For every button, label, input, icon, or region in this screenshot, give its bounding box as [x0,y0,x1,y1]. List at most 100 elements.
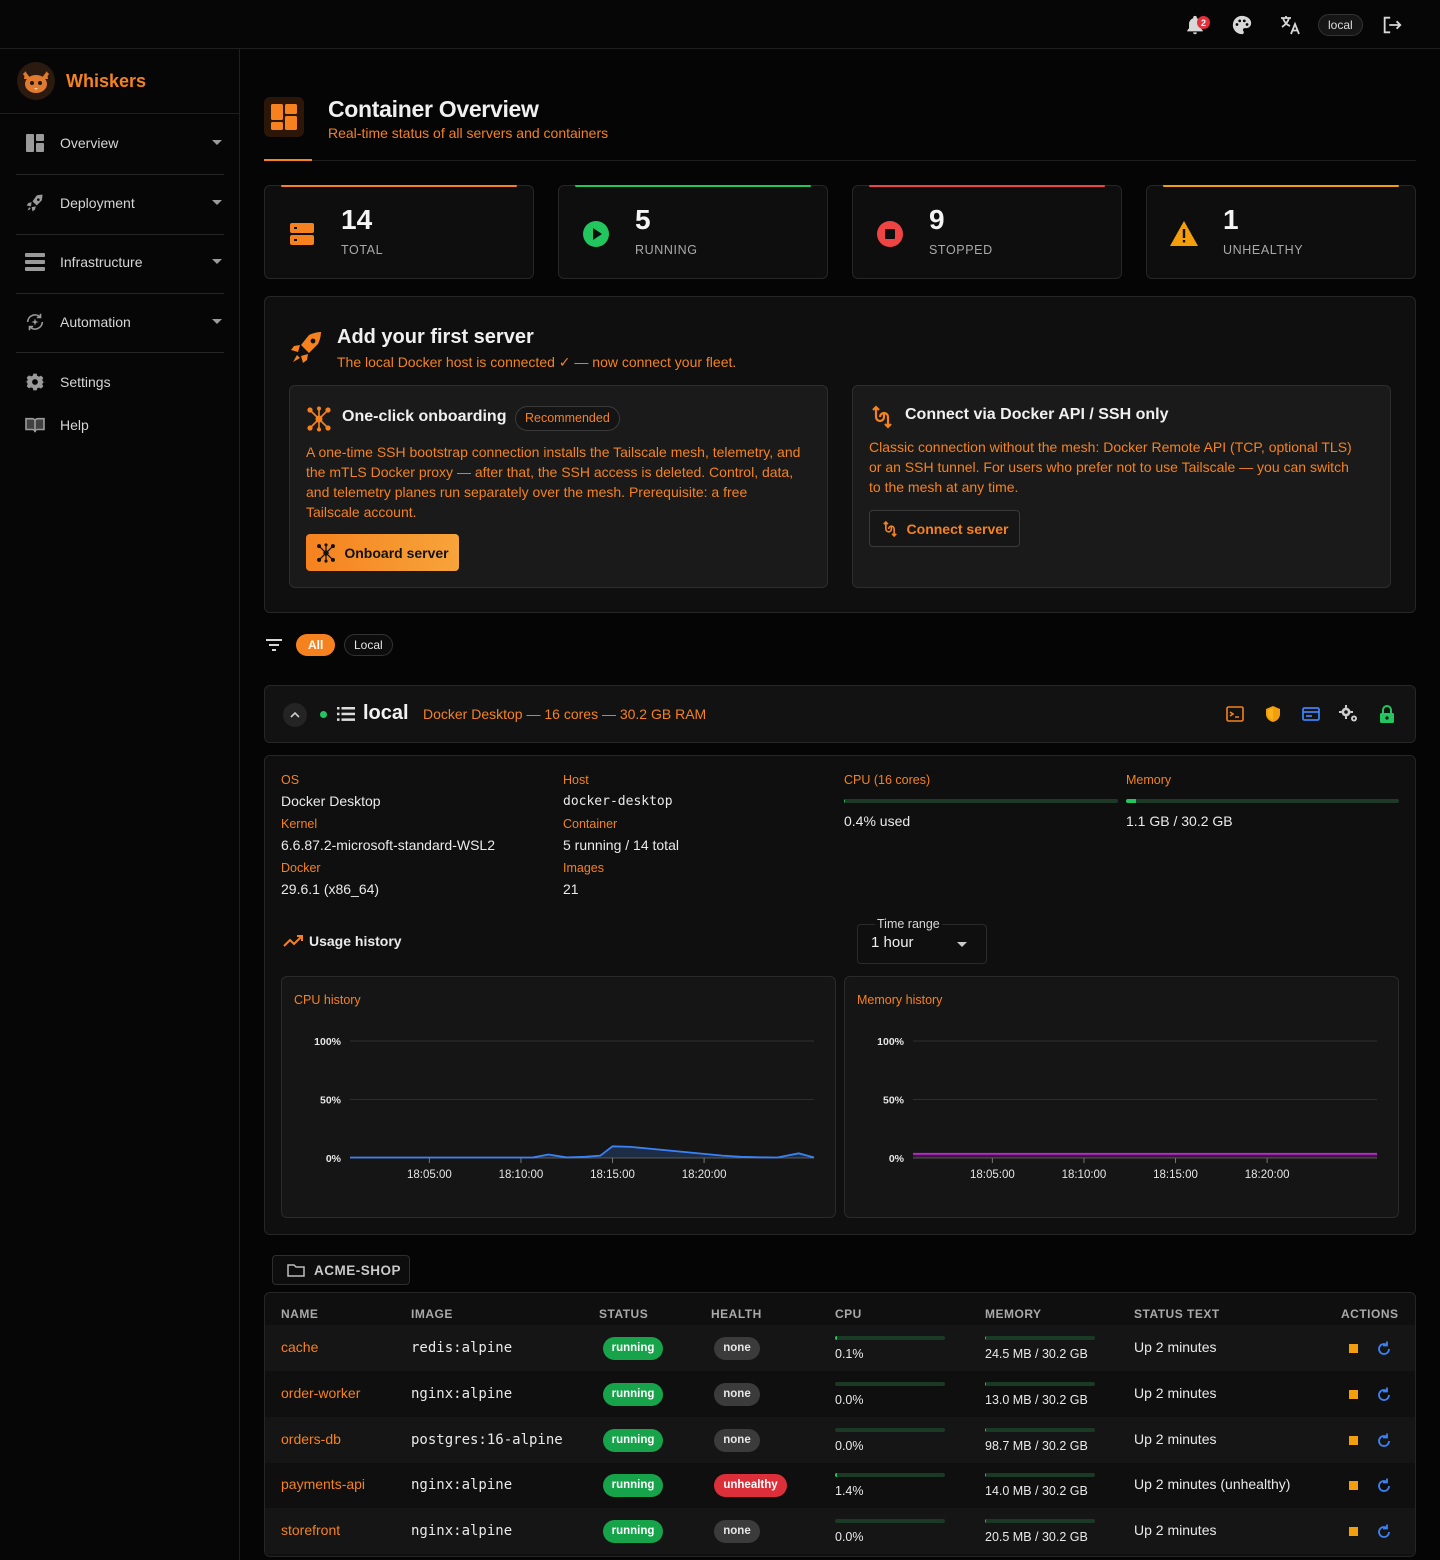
chevron-down-icon [212,200,222,205]
filter-chip-all[interactable]: All [296,634,336,656]
book-icon [24,414,46,436]
sidebar-item-help[interactable]: Help [16,403,224,447]
notifications-count-badge: 2 [1197,16,1210,29]
column-header-name[interactable]: NAME [281,1307,318,1321]
stop-icon[interactable] [1349,1390,1358,1399]
chevron-up-icon [290,712,300,718]
stop-icon[interactable] [1349,1527,1358,1536]
collapse-button[interactable] [283,703,307,727]
one-click-description: A one-time SSH bootstrap connection inst… [306,444,801,520]
x-tick-label: 18:05:00 [407,1169,452,1181]
stat-value: 9 [929,204,945,235]
sidebar: Whiskers Overview Deployment Infrastruct… [0,49,240,1560]
containers-table: NAME IMAGE STATUS HEALTH CPU MEMORY STAT… [264,1292,1416,1557]
memory-usage-bar [985,1519,1095,1523]
gears-icon[interactable] [1339,704,1359,724]
restart-icon[interactable] [1375,1523,1393,1541]
stat-card-unhealthy: 1 UNHEALTHY [1146,185,1416,279]
restart-icon[interactable] [1375,1340,1393,1358]
recommended-badge: Recommended [515,406,620,431]
sidebar-item-automation[interactable]: Automation [16,300,224,344]
cpu-label: CPU (16 cores) [844,773,931,787]
column-header-health[interactable]: HEALTH [711,1307,762,1321]
time-range-value: 1 hour [871,934,914,951]
logout-icon[interactable] [1379,12,1405,38]
direct-connect-description: Classic connection without the mesh: Doc… [869,439,1352,495]
cpu-usage-fill [835,1473,837,1477]
y-tick-label: 100% [314,1036,342,1048]
container-name-link[interactable]: storefront [281,1522,340,1538]
palette-icon[interactable] [1229,12,1255,38]
container-name-link[interactable]: cache [281,1339,318,1355]
cpu-usage-bar [835,1473,945,1477]
connect-server-button[interactable]: Connect server [869,510,1020,547]
os-label: OS [281,773,300,787]
stat-accent-bar [281,185,517,187]
group-tag[interactable]: ACME-SHOP [272,1255,410,1285]
memory-usage-fill [985,1336,986,1340]
server-name: local [363,702,409,724]
sidebar-item-label: Automation [60,314,131,330]
chevron-down-icon [212,140,222,145]
column-header-status[interactable]: STATUS [599,1307,648,1321]
stop-icon[interactable] [1349,1344,1358,1353]
notifications-bell-icon[interactable]: 2 [1182,12,1210,38]
filter-chip-local[interactable]: Local [344,634,393,656]
onboard-server-button[interactable]: Onboard server [306,534,459,571]
cpu-usage-value: 0.1% [835,1347,864,1361]
trending-up-icon [283,935,303,947]
status-badge: running [603,1474,663,1497]
container-image: nginx:alpine [411,1477,513,1493]
time-range-label: Time range [875,917,942,931]
memory-history-plot: 100% 50% 0% 18:05:00 18:10:00 18:15:00 18:20:0… [877,1036,1377,1181]
column-header-memory[interactable]: MEMORY [985,1307,1042,1321]
sidebar-item-overview[interactable]: Overview [16,121,224,165]
restart-icon[interactable] [1375,1432,1393,1450]
filter-icon[interactable] [266,639,282,651]
container-label: Container [563,817,618,831]
container-name-link[interactable]: payments-api [281,1476,365,1492]
column-header-actions: ACTIONS [1341,1307,1399,1321]
restart-icon[interactable] [1375,1477,1393,1495]
brand[interactable]: Whiskers [16,59,146,103]
container-name-link[interactable]: orders-db [281,1431,341,1447]
memory-label: Memory [1126,773,1172,787]
sidebar-item-deployment[interactable]: Deployment [16,181,224,225]
memory-usage-fill [985,1519,986,1523]
status-badge: running [603,1429,663,1452]
column-header-cpu[interactable]: CPU [835,1307,862,1321]
shield-icon[interactable] [1263,704,1283,724]
memory-usage-value: 14.0 MB / 30.2 GB [985,1484,1088,1498]
brand-divider [0,113,239,114]
memory-usage-value: 13.0 MB / 30.2 GB [985,1393,1088,1407]
column-header-image[interactable]: IMAGE [411,1307,453,1321]
lock-icon[interactable] [1377,704,1397,724]
page-subtitle: Real-time status of all servers and cont… [328,125,609,141]
stat-accent-bar [575,185,811,187]
container-name-link[interactable]: order-worker [281,1385,360,1401]
stop-icon[interactable] [1349,1436,1358,1445]
status-badge: running [603,1520,663,1543]
column-header-status-text[interactable]: STATUS TEXT [1134,1307,1220,1321]
images-label: Images [563,861,604,875]
host-label: Host [563,773,589,787]
cpu-usage-value: 0.0% [835,1530,864,1544]
stop-icon[interactable] [1349,1481,1358,1490]
health-badge: unhealthy [714,1474,787,1497]
restart-icon[interactable] [1375,1386,1393,1404]
browser-window-icon[interactable] [1301,704,1321,724]
container-image: redis:alpine [411,1340,513,1356]
cat-logo-icon [17,62,55,100]
sidebar-item-infrastructure[interactable]: Infrastructure [16,240,224,284]
sidebar-item-settings[interactable]: Settings [16,360,224,404]
status-text: Up 2 minutes [1134,1339,1217,1355]
memory-usage-bar [985,1428,1095,1432]
stat-value: 5 [635,204,651,235]
translate-icon[interactable] [1277,12,1303,38]
x-tick-label: 18:20:00 [1245,1169,1290,1181]
status-text: Up 2 minutes [1134,1522,1217,1538]
cpu-usage-fill [835,1336,837,1340]
cpu-progress [844,799,1118,803]
environment-chip[interactable]: local [1318,14,1363,36]
terminal-icon[interactable] [1225,704,1245,724]
